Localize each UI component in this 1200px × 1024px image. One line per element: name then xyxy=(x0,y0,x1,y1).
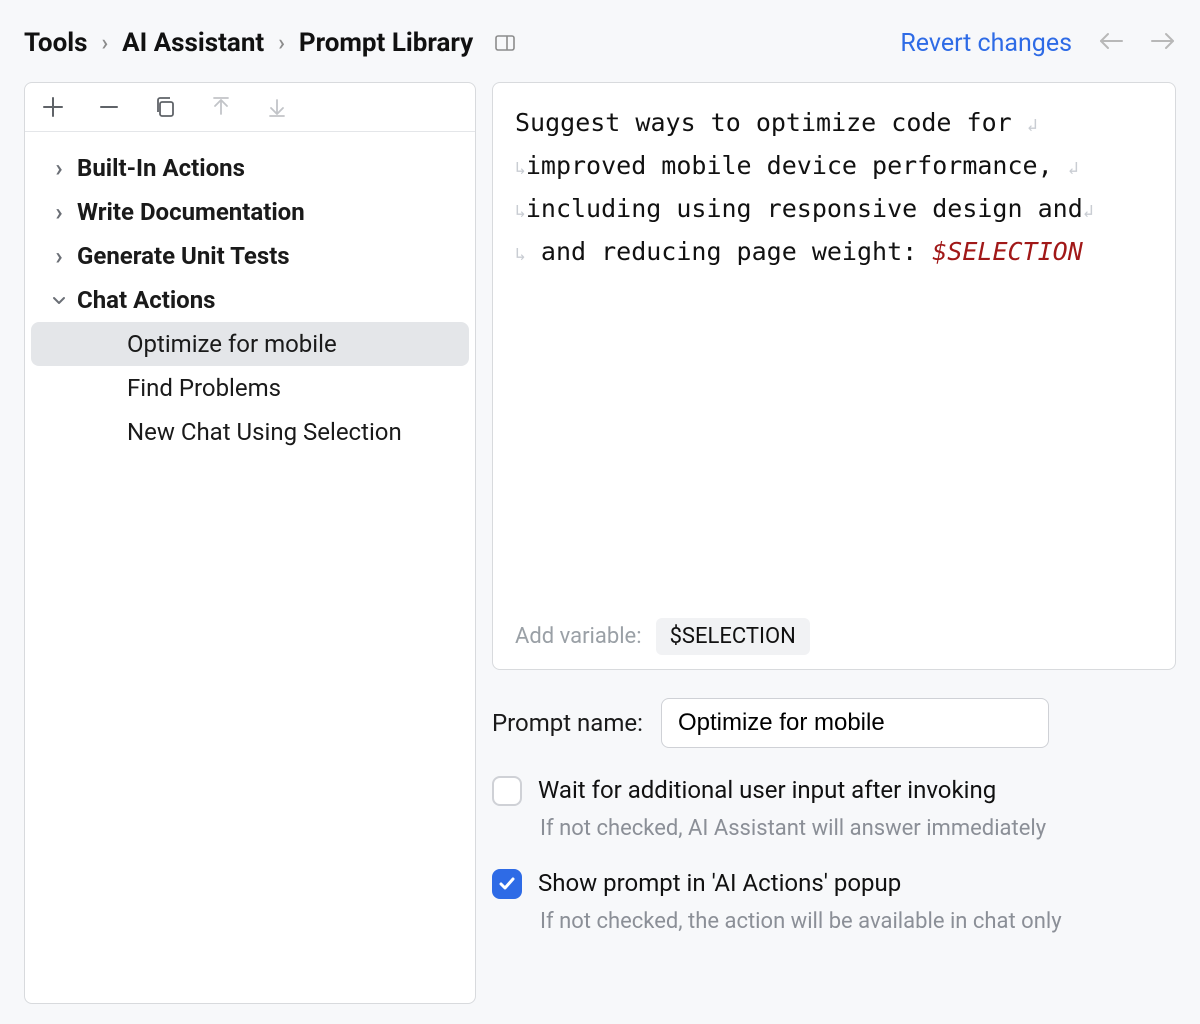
show-in-popup-label: Show prompt in 'AI Actions' popup xyxy=(538,869,901,897)
back-icon[interactable] xyxy=(1098,30,1124,56)
show-in-popup-option: Show prompt in 'AI Actions' popup If not… xyxy=(492,869,1176,934)
breadcrumb: Tools › AI Assistant › Prompt Library xyxy=(24,28,515,58)
chevron-right-icon: › xyxy=(49,154,69,182)
wait-input-help: If not checked, AI Assistant will answer… xyxy=(540,816,1176,841)
prompt-name-label: Prompt name: xyxy=(492,709,643,737)
prompt-editor-container: Suggest ways to optimize code for ↲ ↳imp… xyxy=(492,82,1176,670)
add-variable-label: Add variable: xyxy=(515,624,642,649)
move-down-button xyxy=(263,93,291,121)
tree-item-new-chat-using-selection[interactable]: New Chat Using Selection xyxy=(31,410,469,454)
chevron-right-icon: › xyxy=(49,242,69,270)
forward-icon[interactable] xyxy=(1150,30,1176,56)
show-in-popup-checkbox[interactable] xyxy=(492,869,522,899)
chevron-right-icon: › xyxy=(49,198,69,226)
tree-group-label: Generate Unit Tests xyxy=(77,242,290,270)
breadcrumb-tools[interactable]: Tools xyxy=(24,28,88,58)
chevron-right-icon: › xyxy=(102,31,109,56)
show-in-popup-help: If not checked, the action will be avail… xyxy=(540,909,1176,934)
tree-item-label: New Chat Using Selection xyxy=(127,418,402,446)
variable-token: $SELECTION xyxy=(932,237,1083,266)
add-variable-row: Add variable: $SELECTION xyxy=(493,618,1175,669)
breadcrumb-prompt-library[interactable]: Prompt Library xyxy=(299,28,473,58)
move-up-button xyxy=(207,93,235,121)
copy-button[interactable] xyxy=(151,93,179,121)
tree-group-label: Chat Actions xyxy=(77,286,216,314)
breadcrumb-ai-assistant[interactable]: AI Assistant xyxy=(122,28,264,58)
sidebar: › Built-In Actions › Write Documentation… xyxy=(24,82,476,1004)
add-button[interactable] xyxy=(39,93,67,121)
tree-item-label: Find Problems xyxy=(127,374,281,402)
revert-changes-link[interactable]: Revert changes xyxy=(900,29,1072,58)
prompt-name-input[interactable] xyxy=(661,698,1049,748)
sidebar-tree: › Built-In Actions › Write Documentation… xyxy=(25,132,475,468)
tree-group-label: Write Documentation xyxy=(77,198,305,226)
detail-pane: Suggest ways to optimize code for ↲ ↳imp… xyxy=(492,82,1176,1004)
tree-group-write-documentation[interactable]: › Write Documentation xyxy=(31,190,469,234)
variable-chip-selection[interactable]: $SELECTION xyxy=(656,618,810,655)
sidebar-toolbar xyxy=(25,83,475,132)
tree-item-label: Optimize for mobile xyxy=(127,330,337,358)
header: Tools › AI Assistant › Prompt Library Re… xyxy=(0,0,1200,82)
tree-item-optimize-for-mobile[interactable]: Optimize for mobile xyxy=(31,322,469,366)
wait-input-checkbox[interactable] xyxy=(492,776,522,806)
prompt-name-row: Prompt name: xyxy=(492,698,1176,748)
tree-group-generate-unit-tests[interactable]: › Generate Unit Tests xyxy=(31,234,469,278)
tree-group-built-in-actions[interactable]: › Built-In Actions xyxy=(31,146,469,190)
wait-input-option: Wait for additional user input after inv… xyxy=(492,776,1176,841)
wait-input-label: Wait for additional user input after inv… xyxy=(538,776,996,804)
tree-group-label: Built-In Actions xyxy=(77,154,245,182)
chevron-right-icon: › xyxy=(278,31,285,56)
remove-button[interactable] xyxy=(95,93,123,121)
tree-group-chat-actions[interactable]: Chat Actions xyxy=(31,278,469,322)
tree-item-find-problems[interactable]: Find Problems xyxy=(31,366,469,410)
prompt-editor[interactable]: Suggest ways to optimize code for ↲ ↳imp… xyxy=(493,83,1175,618)
detach-icon[interactable] xyxy=(495,35,515,51)
chevron-down-icon xyxy=(49,292,69,308)
